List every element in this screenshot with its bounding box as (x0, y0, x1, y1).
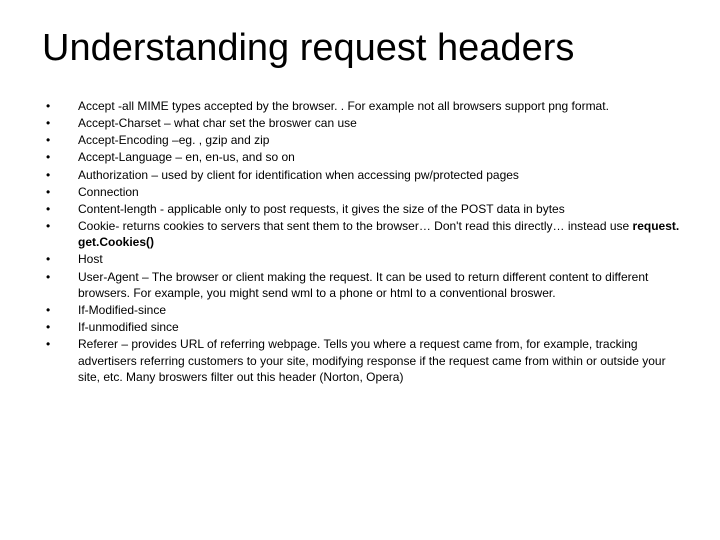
item-text: If-Modified-since (78, 303, 166, 317)
list-item: Cookie- returns cookies to servers that … (40, 218, 680, 250)
item-text: Accept-Encoding –eg. , gzip and zip (78, 133, 269, 147)
bullet-list: Accept -all MIME types accepted by the b… (40, 98, 680, 385)
item-text: Cookie- returns cookies to servers that … (78, 219, 633, 233)
item-text: Host (78, 252, 103, 266)
list-item: Accept-Encoding –eg. , gzip and zip (40, 132, 680, 148)
list-item: Authorization – used by client for ident… (40, 167, 680, 183)
list-item: Accept -all MIME types accepted by the b… (40, 98, 680, 114)
list-item: Host (40, 251, 680, 267)
item-text: If-unmodified since (78, 320, 179, 334)
list-item: User-Agent – The browser or client makin… (40, 269, 680, 301)
list-item: If-Modified-since (40, 302, 680, 318)
item-text: Content-length - applicable only to post… (78, 202, 565, 216)
list-item: Accept-Charset – what char set the brosw… (40, 115, 680, 131)
slide-title: Understanding request headers (42, 28, 680, 70)
list-item: Referer – provides URL of referring webp… (40, 336, 680, 385)
list-item: Content-length - applicable only to post… (40, 201, 680, 217)
list-item: Connection (40, 184, 680, 200)
item-text: Connection (78, 185, 139, 199)
list-item: Accept-Language – en, en-us, and so on (40, 149, 680, 165)
item-text: Referer – provides URL of referring webp… (78, 337, 666, 383)
slide: Understanding request headers Accept -al… (0, 0, 720, 540)
item-text: User-Agent – The browser or client makin… (78, 270, 648, 300)
item-text: Accept -all MIME types accepted by the b… (78, 99, 609, 113)
item-text: Accept-Language – en, en-us, and so on (78, 150, 295, 164)
item-text: Accept-Charset – what char set the brosw… (78, 116, 357, 130)
item-text: Authorization – used by client for ident… (78, 168, 519, 182)
list-item: If-unmodified since (40, 319, 680, 335)
